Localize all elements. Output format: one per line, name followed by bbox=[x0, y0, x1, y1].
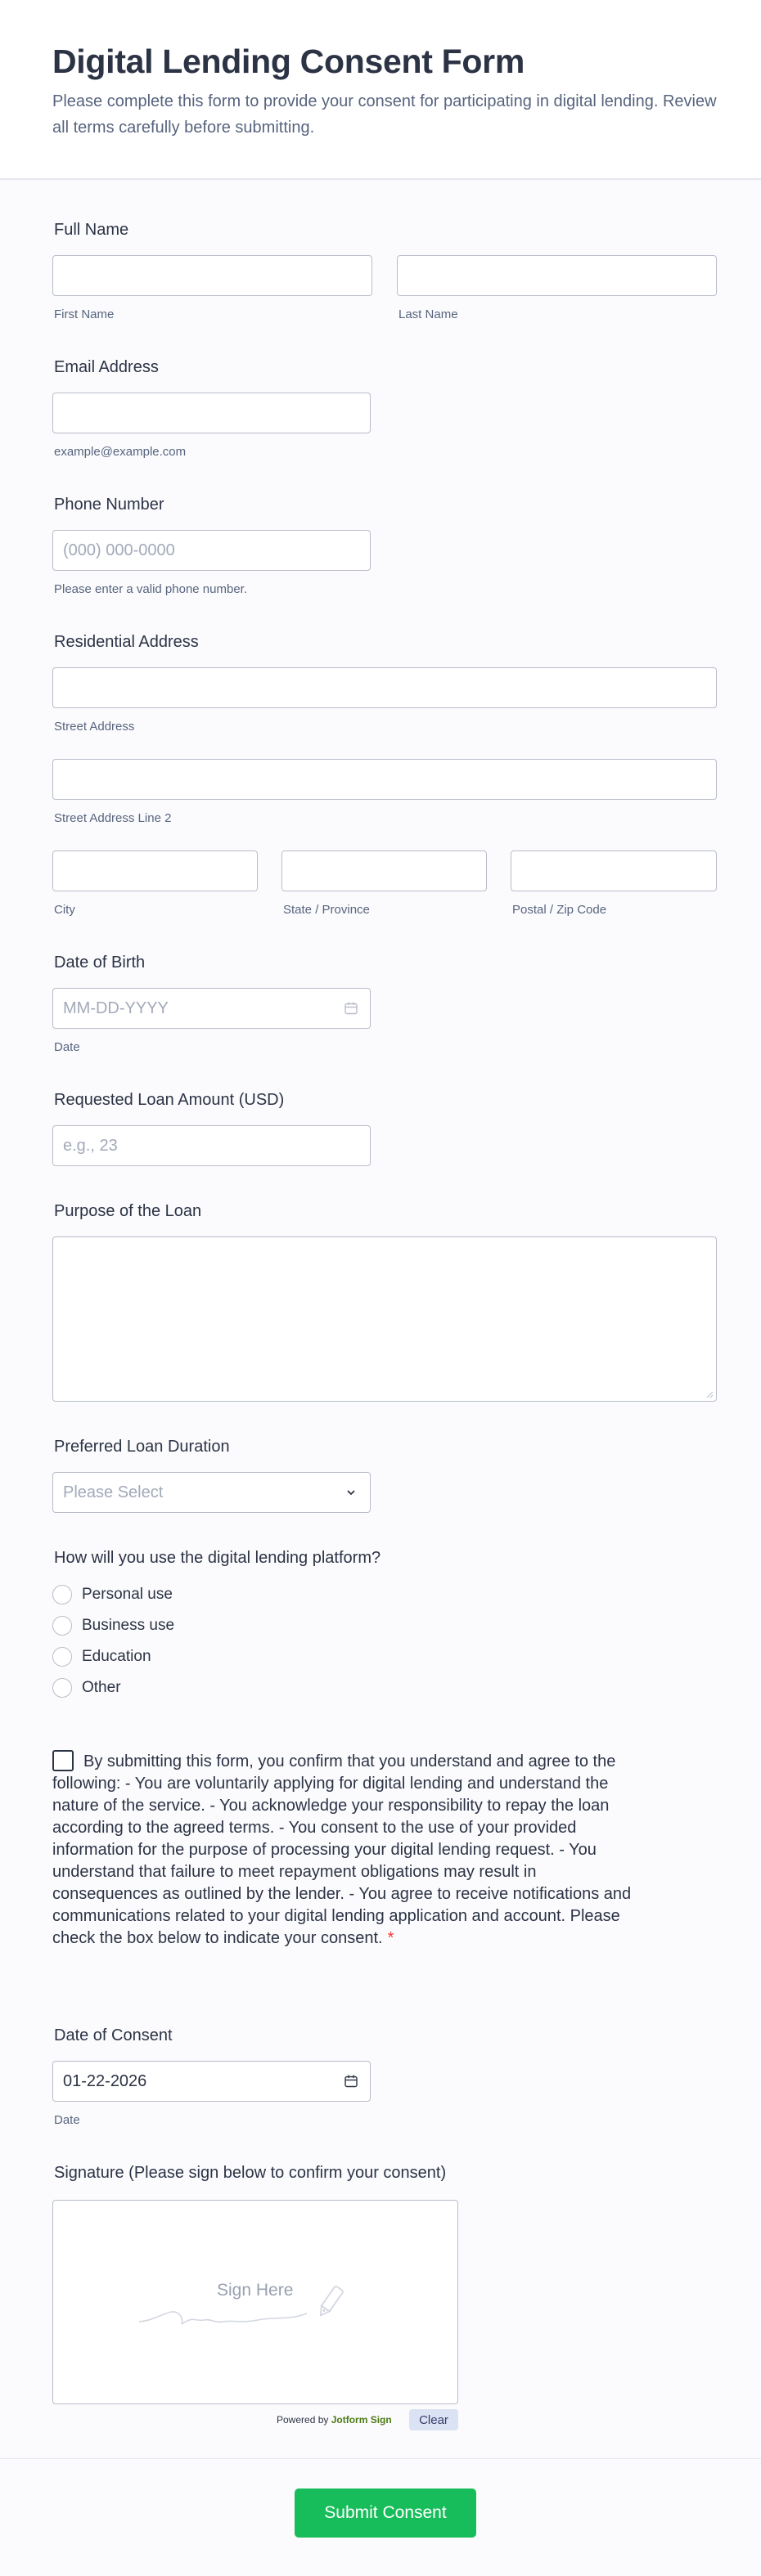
radio-option-education[interactable]: Education bbox=[52, 1646, 151, 1667]
duration-select[interactable]: Please Select bbox=[52, 1472, 371, 1513]
radio-label: Other bbox=[82, 1679, 121, 1696]
consent-date-label: Date of Consent bbox=[54, 2026, 173, 2044]
radio-button[interactable] bbox=[52, 1585, 72, 1604]
radio-button[interactable] bbox=[52, 1678, 72, 1698]
dob-label: Date of Birth bbox=[54, 954, 146, 972]
email-label: Email Address bbox=[54, 358, 159, 376]
loan-amount-label: Requested Loan Amount (USD) bbox=[54, 1091, 285, 1109]
loan-amount-placeholder: e.g., 23 bbox=[63, 1136, 118, 1155]
street-address-input[interactable] bbox=[52, 667, 717, 708]
radio-label: Education bbox=[82, 1648, 151, 1665]
purpose-label: Purpose of the Loan bbox=[54, 1202, 202, 1220]
calendar-icon[interactable] bbox=[344, 1001, 358, 1016]
first-name-sublabel: First Name bbox=[54, 307, 115, 321]
state-input[interactable] bbox=[281, 850, 487, 891]
state-sublabel: State / Province bbox=[283, 903, 370, 917]
phone-input[interactable]: (000) 000-0000 bbox=[52, 530, 371, 571]
address-label: Residential Address bbox=[54, 633, 199, 651]
form-title: Digital Lending Consent Form bbox=[52, 43, 525, 80]
email-input[interactable] bbox=[52, 393, 371, 433]
consent-date-value: 01-22-2026 bbox=[63, 2071, 147, 2090]
city-input[interactable] bbox=[52, 850, 258, 891]
dob-sublabel: Date bbox=[54, 1040, 80, 1054]
radio-option-other[interactable]: Other bbox=[52, 1677, 121, 1699]
radio-button[interactable] bbox=[52, 1616, 72, 1636]
signature-label: Signature (Please sign below to confirm … bbox=[54, 2164, 447, 2182]
zip-sublabel: Postal / Zip Code bbox=[512, 903, 607, 917]
divider bbox=[0, 2458, 761, 2459]
full-name-label: Full Name bbox=[54, 221, 129, 239]
chevron-down-icon bbox=[347, 1490, 355, 1496]
consent-block: By submitting this form, you confirm tha… bbox=[52, 1750, 642, 1950]
usage-label: How will you use the digital lending pla… bbox=[54, 1549, 381, 1567]
resize-handle-icon[interactable] bbox=[705, 1390, 714, 1398]
first-name-input[interactable] bbox=[52, 255, 372, 296]
phone-placeholder: (000) 000-0000 bbox=[63, 541, 175, 559]
street-address-line2-input[interactable] bbox=[52, 759, 717, 800]
jotform-sign-brand[interactable]: Jotform Sign bbox=[331, 2414, 392, 2426]
form-subtitle: Please complete this form to provide you… bbox=[52, 92, 717, 137]
form-header: Digital Lending Consent Form Please comp… bbox=[0, 0, 761, 180]
street-address-sublabel: Street Address bbox=[54, 720, 135, 734]
city-sublabel: City bbox=[54, 903, 75, 917]
powered-by-text: Powered by bbox=[277, 2414, 329, 2426]
zip-input[interactable] bbox=[511, 850, 717, 891]
phone-sublabel: Please enter a valid phone number. bbox=[54, 582, 247, 596]
consent-text: By submitting this form, you confirm tha… bbox=[52, 1752, 632, 1947]
radio-label: Business use bbox=[82, 1617, 175, 1634]
phone-label: Phone Number bbox=[54, 496, 164, 514]
consent-date-input[interactable]: 01-22-2026 bbox=[52, 2061, 371, 2102]
radio-option-personal[interactable]: Personal use bbox=[52, 1584, 173, 1605]
radio-button[interactable] bbox=[52, 1647, 72, 1667]
dob-input[interactable]: MM-DD-YYYY bbox=[52, 988, 371, 1029]
duration-placeholder: Please Select bbox=[63, 1483, 164, 1501]
radio-label: Personal use bbox=[82, 1586, 173, 1603]
purpose-textarea[interactable] bbox=[52, 1236, 717, 1402]
radio-option-business[interactable]: Business use bbox=[52, 1615, 174, 1636]
required-mark: * bbox=[387, 1929, 394, 1947]
clear-signature-button[interactable]: Clear bbox=[409, 2409, 458, 2430]
loan-amount-input[interactable]: e.g., 23 bbox=[52, 1125, 371, 1166]
dob-placeholder: MM-DD-YYYY bbox=[63, 999, 169, 1017]
signature-pad[interactable]: Sign Here bbox=[52, 2200, 458, 2404]
pen-icon bbox=[319, 2285, 344, 2317]
last-name-sublabel: Last Name bbox=[399, 307, 458, 321]
street-address-line2-sublabel: Street Address Line 2 bbox=[54, 811, 172, 825]
email-sublabel: example@example.com bbox=[54, 445, 187, 459]
duration-label: Preferred Loan Duration bbox=[54, 1438, 230, 1456]
calendar-icon[interactable] bbox=[344, 2074, 358, 2089]
consent-checkbox[interactable] bbox=[52, 1750, 74, 1771]
submit-button[interactable]: Submit Consent bbox=[295, 2488, 476, 2538]
last-name-input[interactable] bbox=[397, 255, 717, 296]
consent-date-sublabel: Date bbox=[54, 2113, 80, 2127]
powered-by: Powered by Jotform Sign bbox=[277, 2414, 392, 2426]
signature-placeholder: Sign Here bbox=[217, 2281, 294, 2300]
